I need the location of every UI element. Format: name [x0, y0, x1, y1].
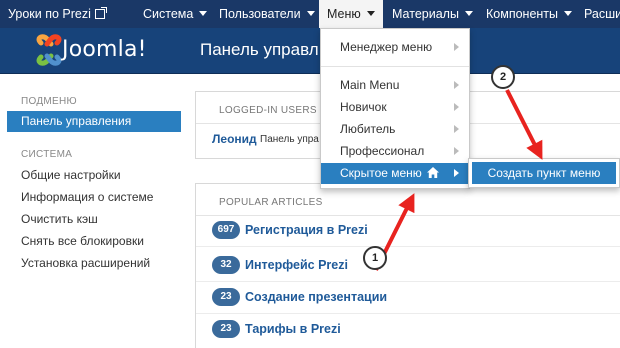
- divider: [196, 313, 620, 314]
- list-item[interactable]: 697 Регистрация в Prezi: [212, 221, 368, 241]
- chevron-right-icon: [454, 103, 459, 111]
- chevron-right-icon: [454, 147, 459, 155]
- dropdown-divider: [321, 66, 469, 67]
- list-item[interactable]: 23 Тарифы в Prezi: [212, 320, 341, 340]
- joomla-logo-icon: [36, 34, 62, 66]
- create-menu-item-link[interactable]: Создать пункт меню: [472, 162, 616, 184]
- menus-dropdown: Менеджер меню Main Menu Новичок Любитель…: [320, 28, 470, 189]
- site-title: Уроки по Prezi: [8, 7, 91, 21]
- sidebar-item-global-checkin[interactable]: Снять все блокировки: [21, 234, 144, 248]
- dropdown-item-main-menu[interactable]: Main Menu: [321, 75, 469, 95]
- page-title: Панель управл: [200, 40, 319, 59]
- sidebar-item-system-info[interactable]: Информация о системе: [21, 190, 153, 204]
- logo-text: Joomla!: [62, 37, 147, 62]
- dropdown-item-label: Скрытое меню: [340, 166, 422, 180]
- sidebar-item-install-extensions[interactable]: Установка расширений: [21, 256, 150, 270]
- divider: [196, 281, 620, 282]
- divider: [196, 215, 620, 216]
- menu-content-label: Материалы: [392, 7, 459, 21]
- menu-content[interactable]: Материалы: [392, 0, 473, 28]
- callout-badge-1: 1: [363, 246, 387, 270]
- chevron-right-icon: [454, 125, 459, 133]
- list-item[interactable]: 23 Создание презентации: [212, 288, 387, 308]
- dropdown-item-label: Новичок: [340, 100, 387, 114]
- article-title[interactable]: Тарифы в Prezi: [245, 322, 341, 336]
- user-name-link[interactable]: Леонид: [212, 132, 257, 146]
- sidebar-item-global-config[interactable]: Общие настройки: [21, 168, 121, 182]
- dropdown-item-label: Любитель: [340, 122, 396, 136]
- dropdown-item-menu-manager[interactable]: Менеджер меню: [321, 37, 469, 57]
- dropdown-item-novice[interactable]: Новичок: [321, 97, 469, 117]
- external-link-icon: [94, 7, 107, 19]
- chevron-right-icon: [454, 81, 459, 89]
- menu-system[interactable]: Система: [143, 0, 208, 28]
- divider: [196, 246, 620, 247]
- callout-badge-2: 2: [491, 65, 515, 89]
- panel-heading: POPULAR ARTICLES: [219, 197, 323, 208]
- dropdown-item-label: Main Menu: [340, 78, 400, 92]
- menu-extensions-label: Расши: [584, 7, 620, 21]
- sidebar-item-label: Панель управления: [21, 114, 132, 128]
- list-item[interactable]: 32 Интерфейс Prezi: [212, 256, 348, 276]
- popular-articles-panel: POPULAR ARTICLES 697 Регистрация в Prezi …: [195, 183, 620, 348]
- article-title[interactable]: Создание презентации: [245, 290, 387, 304]
- hidden-menu-submenu: Создать пункт меню: [468, 158, 620, 188]
- article-title[interactable]: Регистрация в Prezi: [245, 223, 368, 237]
- chevron-right-icon: [454, 43, 459, 51]
- chevron-down-icon: [464, 11, 473, 17]
- hits-badge: 697: [212, 221, 240, 239]
- sidebar-heading-submenu: ПОДМЕНЮ: [21, 96, 77, 107]
- dropdown-item-label: Менеджер меню: [340, 40, 433, 54]
- menu-menus-label: Меню: [327, 7, 361, 21]
- menu-components-label: Компоненты: [486, 7, 559, 21]
- admin-header: Joomla! Панель управл: [0, 28, 620, 74]
- user-location: Панель упра: [260, 134, 319, 145]
- sidebar-item-clear-cache[interactable]: Очистить кэш: [21, 212, 98, 226]
- dropdown-item-amateur[interactable]: Любитель: [321, 119, 469, 139]
- article-title[interactable]: Интерфейс Prezi: [245, 258, 348, 272]
- top-navbar: Уроки по Prezi Система Пользователи Меню…: [0, 0, 620, 28]
- menu-menus[interactable]: Меню: [319, 0, 383, 28]
- sidebar-heading-system: СИСТЕМА: [21, 149, 73, 160]
- home-icon: [426, 167, 439, 179]
- site-title-link[interactable]: Уроки по Prezi: [8, 0, 107, 28]
- hits-badge: 23: [212, 288, 240, 306]
- hits-badge: 23: [212, 320, 240, 338]
- chevron-down-icon: [306, 11, 315, 17]
- chevron-down-icon: [564, 11, 573, 17]
- chevron-down-icon: [199, 11, 208, 17]
- dropdown-item-label-wrap: Скрытое меню: [340, 163, 439, 183]
- dropdown-item-professional[interactable]: Профессионал: [321, 141, 469, 161]
- sidebar-item-control-panel[interactable]: Панель управления: [7, 111, 181, 132]
- chevron-right-icon: [454, 169, 459, 177]
- menu-extensions[interactable]: Расши: [584, 0, 620, 28]
- chevron-down-icon: [366, 11, 375, 17]
- dropdown-item-label: Профессионал: [340, 144, 425, 158]
- menu-system-label: Система: [143, 7, 194, 21]
- hits-badge: 32: [212, 256, 240, 274]
- menu-users-label: Пользователи: [219, 7, 301, 21]
- dropdown-item-hidden-menu[interactable]: Скрытое меню: [321, 163, 469, 184]
- menu-users[interactable]: Пользователи: [219, 0, 315, 28]
- panel-heading: LOGGED-IN USERS: [219, 105, 317, 116]
- menu-components[interactable]: Компоненты: [486, 0, 573, 28]
